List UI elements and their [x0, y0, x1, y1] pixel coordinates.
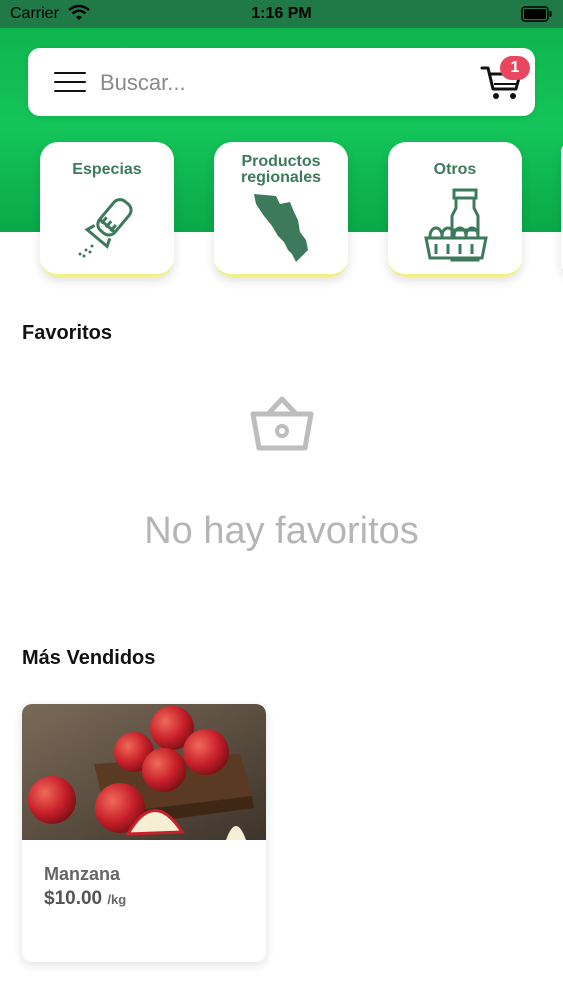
- menu-icon[interactable]: [54, 72, 86, 92]
- status-time: 1:16 PM: [251, 5, 312, 22]
- empty-favorites-text: No hay favoritos: [144, 510, 419, 552]
- bottle-eggs-icon: [424, 188, 488, 262]
- battery-icon: [521, 6, 552, 22]
- salt-shaker-icon: [78, 198, 133, 258]
- status-bar: Carrier 1:16 PM: [0, 0, 563, 28]
- search-bar: 1: [28, 48, 535, 116]
- category-label: Otros: [433, 161, 477, 178]
- product-price: $10.00 /kg: [44, 888, 126, 910]
- best-sellers-title: Más Vendidos: [22, 647, 156, 669]
- product-price-value: $10.00: [44, 888, 103, 909]
- category-card-especias[interactable]: Especias: [40, 142, 174, 277]
- category-label-line1: Productos: [241, 153, 321, 170]
- search-input[interactable]: [98, 65, 462, 101]
- basket-icon: [250, 396, 314, 451]
- product-unit: /kg: [107, 892, 127, 907]
- sonora-map-icon: [254, 194, 308, 262]
- category-card-productos-regionales[interactable]: Productos regionales: [214, 142, 348, 277]
- category-card-otros[interactable]: Otros: [388, 142, 522, 277]
- apples-photo: [22, 704, 266, 840]
- favorites-title: Favoritos: [22, 322, 113, 344]
- product-name: Manzana: [44, 864, 121, 884]
- cart-count-badge: 1: [500, 56, 530, 80]
- category-label-line2: regionales: [240, 169, 322, 186]
- category-label: Especias: [72, 161, 142, 178]
- product-card[interactable]: Manzana $10.00 /kg: [22, 704, 266, 962]
